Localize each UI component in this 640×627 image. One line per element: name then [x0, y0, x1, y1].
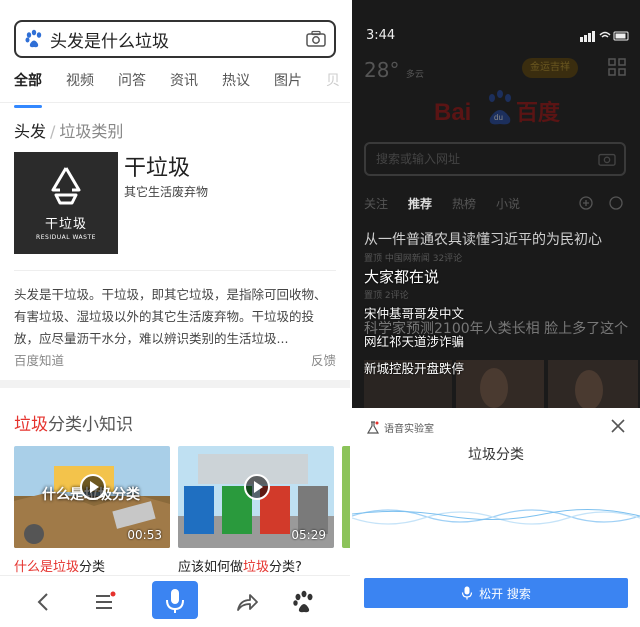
weather-widget[interactable]: 28° 多云: [364, 58, 424, 82]
weather-desc: 多云: [405, 70, 424, 80]
promo-pill[interactable]: 金运吉祥: [522, 58, 578, 78]
caption-highlight: 什么是垃圾: [14, 560, 80, 575]
search-results-panel: 头发是什么垃圾 全部 视频 问答 资讯 热议 图片 贝 头发 / 垃圾类别 干垃圾 …: [0, 0, 350, 627]
share-icon[interactable]: [232, 588, 260, 616]
section-separator: [0, 380, 350, 388]
weather-temp: 28°: [364, 58, 400, 82]
voice-search-panel: 3:44 28° 多云 金运吉祥 Bai du 百度 搜索或输入网址 关注 推荐: [352, 0, 640, 627]
breadcrumb: 头发 / 垃圾类别: [14, 118, 123, 142]
home-search-placeholder: 搜索或输入网址: [376, 152, 461, 166]
breadcrumb-item: 头发: [14, 122, 47, 141]
trending-item[interactable]: 网红祁天道涉诈骗: [364, 331, 464, 350]
baidu-home-icon[interactable]: [290, 588, 318, 616]
tab-video[interactable]: 视频: [66, 70, 94, 100]
category-title: 干垃圾: [124, 156, 191, 181]
knowledge-title-rest: 分类小知识: [48, 415, 133, 435]
tab-recommend[interactable]: 推荐: [408, 195, 432, 212]
news-meta: 置顶 中国网新闻 32评论: [364, 254, 463, 264]
result-tabs: 全部 视频 问答 资讯 热议 图片 贝: [14, 70, 350, 108]
breadcrumb-category: 垃圾类别: [59, 122, 124, 141]
svg-text:百度: 百度: [516, 100, 561, 126]
news-meta: 置顶 2评论: [364, 291, 409, 301]
card-subtitle: RESIDUAL WASTE: [36, 234, 96, 241]
release-to-search-button[interactable]: 松开 搜索: [364, 578, 628, 608]
tab-more[interactable]: 贝: [326, 70, 340, 100]
caption-text: 分类: [79, 560, 106, 575]
svg-text:du: du: [494, 113, 503, 122]
video-duration: 00:53: [127, 528, 162, 542]
tab-discussion[interactable]: 热议: [222, 70, 250, 100]
video-caption-2[interactable]: 应该如何做垃圾分类?: [178, 556, 302, 575]
menu-icon[interactable]: [90, 588, 118, 616]
voice-lab-header: 语音实验室: [366, 420, 434, 435]
baidu-paw-icon: [25, 29, 42, 48]
camera-icon[interactable]: [598, 151, 616, 167]
video-thumbnail-3[interactable]: [342, 446, 350, 548]
trending-item[interactable]: 宋仲基哥哥发中文: [364, 303, 464, 322]
tab-news[interactable]: 资讯: [170, 70, 198, 100]
status-icons: [580, 31, 629, 42]
bottom-toolbar: [0, 575, 350, 627]
camera-icon[interactable]: [306, 30, 326, 48]
feedback-link[interactable]: 反馈: [311, 350, 336, 369]
back-icon[interactable]: [30, 588, 58, 616]
trending-title: 大家都在说: [364, 268, 440, 286]
status-time: 3:44: [366, 28, 396, 43]
video-caption-1[interactable]: 什么是垃圾分类: [14, 556, 105, 575]
voice-input-sheet: 语音实验室 垃圾分类 松开 搜索: [352, 408, 640, 627]
baidu-logo: Bai du 百度: [434, 90, 561, 126]
category-description: 其它生活废弃物: [124, 185, 209, 199]
search-box[interactable]: 头发是什么垃圾: [14, 20, 336, 58]
tab-following[interactable]: 关注: [364, 195, 388, 212]
divider: [14, 270, 336, 271]
voice-search-button[interactable]: [152, 581, 198, 619]
svg-text:Bai: Bai: [434, 99, 471, 126]
microphone-icon: [166, 589, 184, 613]
feed-tabs: 关注 推荐 热榜 小说: [364, 195, 520, 212]
microphone-icon: [461, 586, 473, 600]
caption-highlight: 垃圾: [243, 560, 270, 575]
voice-waveform: [352, 509, 640, 525]
voice-lab-label: 语音实验室: [384, 424, 434, 435]
knowledge-title: 垃圾分类小知识: [14, 410, 133, 435]
video-duration: 05:29: [291, 528, 326, 542]
video-thumbnail-2[interactable]: 05:29: [178, 446, 334, 548]
caption-text: 应该如何做: [178, 560, 244, 575]
answer-source[interactable]: 百度知道: [14, 350, 64, 369]
search-query[interactable]: 头发是什么垃圾: [50, 27, 306, 52]
dry-waste-card[interactable]: 干垃圾 RESIDUAL WASTE: [14, 152, 118, 254]
tab-images[interactable]: 图片: [274, 70, 302, 100]
answer-paragraph[interactable]: 头发是干垃圾。干垃圾，即其它垃圾，是指除可回收物、有害垃圾、湿垃圾以外的其它生活…: [14, 284, 336, 350]
grid-icon[interactable]: [608, 58, 626, 76]
home-search-input[interactable]: 搜索或输入网址: [364, 142, 626, 176]
caption-text: 分类?: [269, 560, 302, 575]
knowledge-title-highlight: 垃圾: [14, 415, 48, 435]
tab-qa[interactable]: 问答: [118, 70, 146, 100]
recycle-icon: [51, 167, 81, 205]
flask-icon: [366, 420, 380, 434]
feed-tab-icons[interactable]: [578, 195, 628, 211]
play-icon[interactable]: [244, 474, 270, 500]
release-button-label: 松开 搜索: [479, 586, 531, 601]
card-title: 干垃圾: [44, 217, 87, 232]
trending-item[interactable]: 新城控股开盘跌停: [364, 358, 464, 377]
breadcrumb-sep: /: [50, 122, 56, 141]
play-icon[interactable]: [80, 474, 106, 500]
voice-query-text: 垃圾分类: [468, 447, 524, 463]
video-thumbnail-1[interactable]: 什么是垃圾分类 00:53: [14, 446, 170, 548]
news-title[interactable]: 从一件普通农具读懂习近平的为民初心: [364, 229, 602, 249]
tab-all[interactable]: 全部: [14, 70, 42, 108]
tab-hot[interactable]: 热榜: [452, 195, 476, 212]
close-icon[interactable]: [610, 418, 626, 434]
tab-novel[interactable]: 小说: [496, 195, 520, 212]
tab-divider: [0, 102, 350, 103]
